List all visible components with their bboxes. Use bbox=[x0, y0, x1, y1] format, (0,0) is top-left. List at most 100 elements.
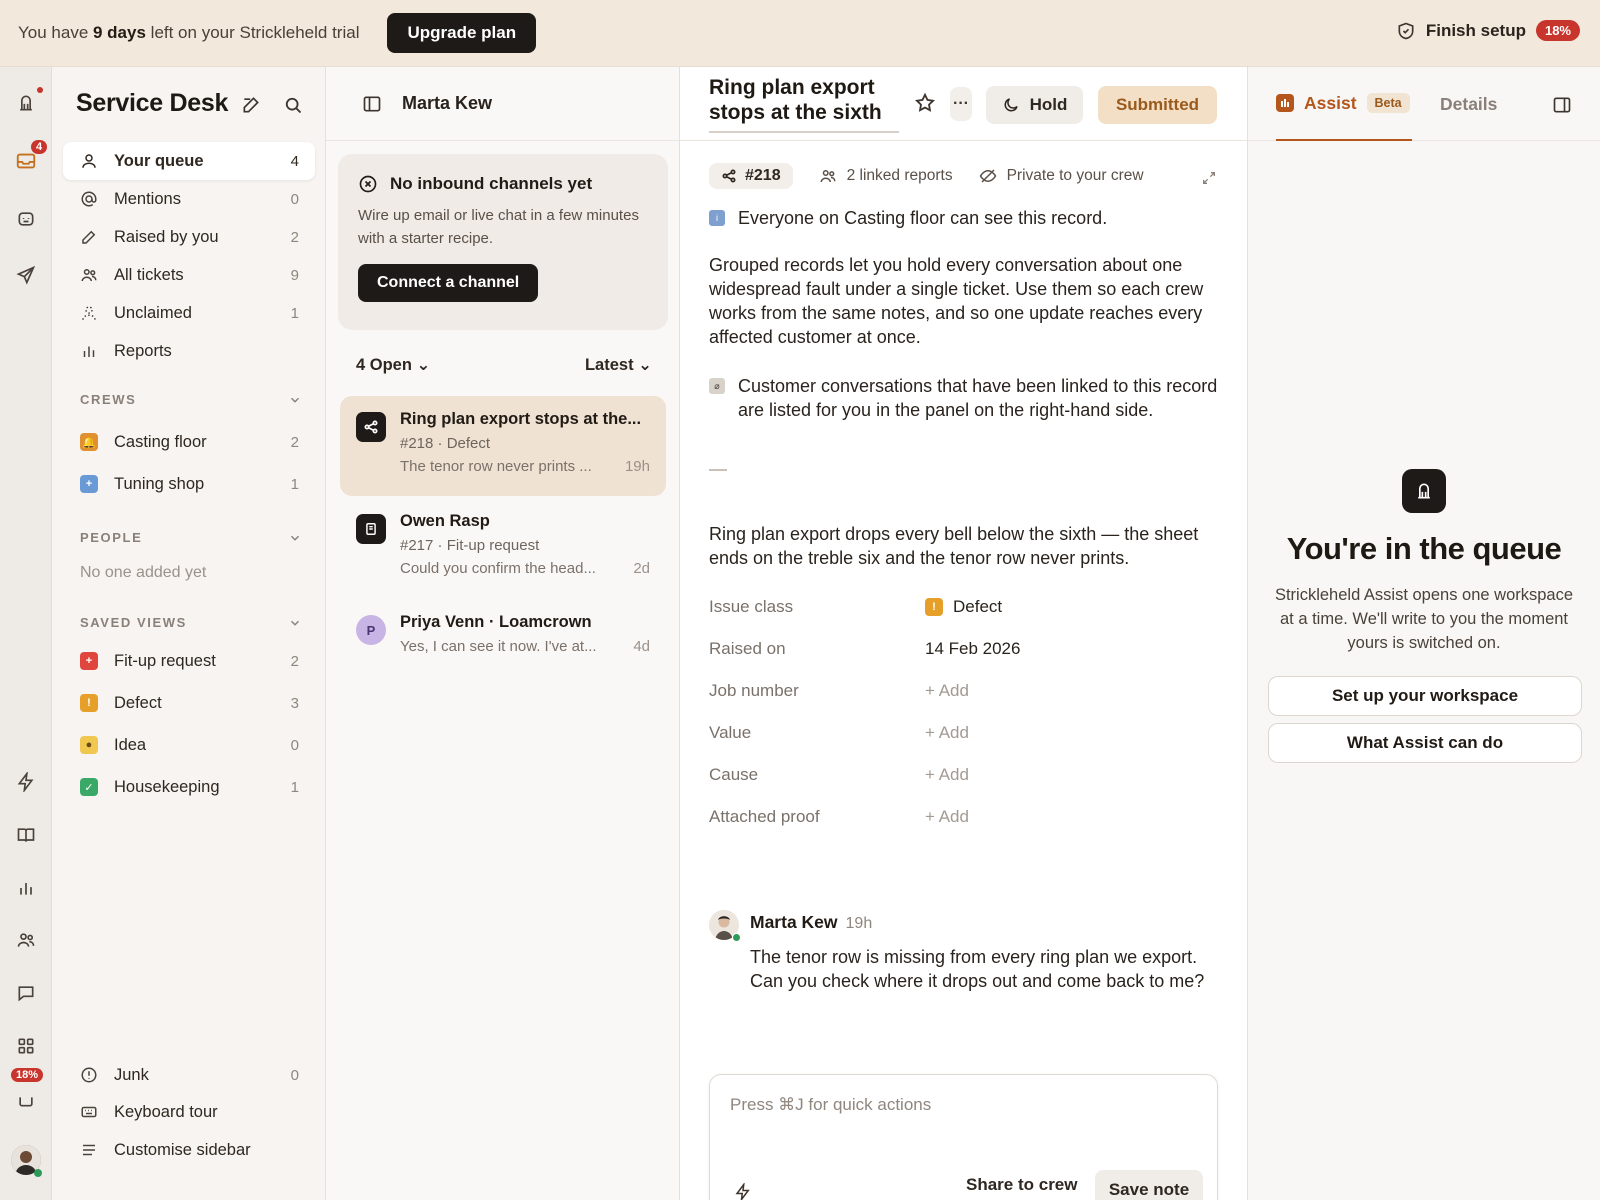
panel-toggle-icon[interactable] bbox=[1552, 95, 1572, 115]
crews-section-header[interactable]: CREWS bbox=[80, 392, 302, 407]
ticket-title-field[interactable]: Ring plan export stops at the sixth bbox=[709, 75, 899, 133]
divider-dash bbox=[709, 469, 727, 471]
sidebar-item-fit-up-request[interactable]: + Fit-up request 2 bbox=[63, 642, 315, 680]
sidebar-item-tuning-shop[interactable]: + Tuning shop 1 bbox=[63, 465, 315, 503]
status-submitted-button[interactable]: Submitted bbox=[1098, 86, 1217, 124]
field-job-number[interactable]: Job number + Add bbox=[709, 681, 1219, 701]
field-cause[interactable]: Cause + Add bbox=[709, 765, 1219, 785]
bolt-icon[interactable] bbox=[14, 770, 38, 794]
bolt-icon[interactable] bbox=[734, 1183, 752, 1200]
people-heading: PEOPLE bbox=[80, 530, 143, 545]
hold-button[interactable]: Hold bbox=[986, 86, 1083, 124]
upgrade-plan-button[interactable]: Upgrade plan bbox=[387, 13, 537, 53]
people-icon bbox=[80, 266, 98, 284]
shield-icon bbox=[1398, 22, 1414, 39]
sidebar-item-defect[interactable]: ! Defect 3 bbox=[63, 684, 315, 722]
tab-assist[interactable]: Assist Beta bbox=[1276, 67, 1412, 141]
notification-dot bbox=[37, 87, 43, 93]
star-icon[interactable] bbox=[914, 92, 936, 114]
sidebar-item-unclaimed[interactable]: Unclaimed 1 bbox=[63, 294, 315, 332]
sidebar-item-customise-sidebar[interactable]: Customise sidebar bbox=[63, 1131, 315, 1169]
sidebar-item-raised-by-you[interactable]: Raised by you 2 bbox=[63, 218, 315, 256]
ticket-summary: Ring plan export drops every bell below … bbox=[709, 524, 1199, 568]
ticket-title: Priya Venn · Loamcrown bbox=[400, 613, 592, 631]
people-icon[interactable] bbox=[14, 928, 38, 952]
sidebar-item-idea[interactable]: ● Idea 0 bbox=[63, 726, 315, 764]
ticket-item[interactable]: P Priya Venn · Loamcrown Yes, I can see … bbox=[340, 599, 666, 675]
ticket-meta: #218 · Defect bbox=[400, 435, 491, 452]
add-field-link[interactable]: + Add bbox=[925, 723, 969, 743]
more-options-icon[interactable]: ··· bbox=[950, 87, 972, 121]
sidebar: Service Desk Your queue 4 Mentions 0 Rai… bbox=[52, 67, 326, 1200]
setup-progress-badge: 18% bbox=[1535, 20, 1580, 41]
set-up-workspace-button[interactable]: Set up your workspace bbox=[1268, 676, 1582, 716]
sidebar-item-label: Your queue bbox=[114, 151, 204, 170]
finish-setup-label: Finish setup bbox=[1425, 20, 1526, 40]
ticket-detail-header: Ring plan export stops at the sixth ··· … bbox=[680, 67, 1248, 141]
add-field-link[interactable]: + Add bbox=[925, 765, 969, 785]
share-nodes-icon bbox=[722, 169, 736, 183]
at-icon bbox=[80, 190, 98, 208]
add-field-link[interactable]: + Add bbox=[925, 807, 969, 827]
ticket-meta: #217 · Fit-up request bbox=[400, 537, 540, 554]
sidebar-item-your-queue[interactable]: Your queue 4 bbox=[63, 142, 315, 180]
bot-icon[interactable] bbox=[14, 207, 38, 231]
hold-label: Hold bbox=[1029, 95, 1068, 114]
field-value[interactable]: Value + Add bbox=[709, 723, 1219, 743]
ticket-time: 4d bbox=[633, 638, 650, 655]
privacy-setting[interactable]: Private to your crew bbox=[979, 167, 1144, 185]
linked-reports[interactable]: 2 linked reports bbox=[819, 167, 953, 185]
open-filter-dropdown[interactable]: 4 Open ⌄ bbox=[356, 355, 430, 375]
icon-rail: 4 18% bbox=[0, 67, 52, 1200]
trial-icon[interactable] bbox=[14, 1087, 38, 1111]
sidebar-item-mentions[interactable]: Mentions 0 bbox=[63, 180, 315, 218]
field-value: 14 Feb 2026 bbox=[925, 639, 1021, 658]
sidebar-item-label: Keyboard tour bbox=[114, 1102, 218, 1121]
sidebar-item-label: Customise sidebar bbox=[114, 1140, 251, 1159]
comment-body: The tenor row is missing from every ring… bbox=[750, 947, 1205, 991]
add-field-link[interactable]: + Add bbox=[925, 681, 969, 701]
what-assist-can-do-button[interactable]: What Assist can do bbox=[1268, 723, 1582, 763]
sidebar-item-housekeeping[interactable]: ✓ Housekeeping 1 bbox=[63, 768, 315, 806]
field-attached-proof[interactable]: Attached proof + Add bbox=[709, 807, 1219, 827]
book-icon[interactable] bbox=[14, 823, 38, 847]
field-raised-on[interactable]: Raised on 14 Feb 2026 bbox=[709, 639, 1219, 659]
ticket-id-chip[interactable]: #218 bbox=[709, 163, 793, 189]
sort-dropdown[interactable]: Latest ⌄ bbox=[585, 355, 652, 375]
saved-views-section-header[interactable]: SAVED VIEWS bbox=[80, 615, 302, 630]
exclamation-icon: ! bbox=[925, 598, 943, 616]
send-icon[interactable] bbox=[14, 263, 38, 287]
chevron-down-icon: ⌄ bbox=[638, 356, 652, 374]
tab-details[interactable]: Details bbox=[1440, 94, 1497, 115]
sidebar-toggle-icon[interactable] bbox=[362, 94, 382, 114]
chart-icon[interactable] bbox=[14, 876, 38, 900]
assist-panel: Assist Beta Details You're in the queue … bbox=[1248, 67, 1600, 1200]
sidebar-item-junk[interactable]: Junk 0 bbox=[63, 1056, 315, 1094]
trial-message: You have 9 days left on your Stricklehel… bbox=[18, 23, 360, 42]
sidebar-item-all-tickets[interactable]: All tickets 9 bbox=[63, 256, 315, 294]
search-icon[interactable] bbox=[283, 95, 303, 115]
chevron-down-icon bbox=[290, 397, 300, 403]
share-to-crew-button[interactable]: Share to crew bbox=[966, 1175, 1078, 1195]
save-note-button[interactable]: Save note bbox=[1095, 1170, 1203, 1200]
chat-icon[interactable] bbox=[14, 981, 38, 1005]
finish-setup-button[interactable]: Finish setup 18% bbox=[1396, 20, 1580, 41]
document-icon bbox=[356, 514, 386, 544]
collapse-arrows-icon[interactable] bbox=[1201, 170, 1217, 186]
ticket-item[interactable]: Ring plan export stops at the... #218 · … bbox=[340, 396, 666, 496]
people-section-header[interactable]: PEOPLE bbox=[80, 530, 302, 545]
apps-icon[interactable] bbox=[14, 1034, 38, 1058]
beta-badge: Beta bbox=[1366, 93, 1410, 113]
bell-icon[interactable] bbox=[14, 91, 38, 115]
sidebar-item-casting-floor[interactable]: 🔔 Casting floor 2 bbox=[63, 423, 315, 461]
connect-channel-button[interactable]: Connect a channel bbox=[358, 264, 539, 302]
ticket-item[interactable]: Owen Rasp #217 · Fit-up request Could yo… bbox=[340, 498, 666, 598]
quick-actions-input[interactable] bbox=[730, 1095, 1190, 1115]
sidebar-item-reports[interactable]: Reports bbox=[63, 332, 315, 370]
sidebar-item-count: 0 bbox=[290, 190, 299, 208]
sidebar-item-keyboard-tour[interactable]: Keyboard tour bbox=[63, 1093, 315, 1131]
field-issue-class[interactable]: Issue class ! Defect bbox=[709, 597, 1219, 617]
alert-circle-icon bbox=[80, 1066, 98, 1084]
sidebar-item-count: 1 bbox=[290, 778, 299, 796]
compose-icon[interactable] bbox=[241, 95, 261, 115]
